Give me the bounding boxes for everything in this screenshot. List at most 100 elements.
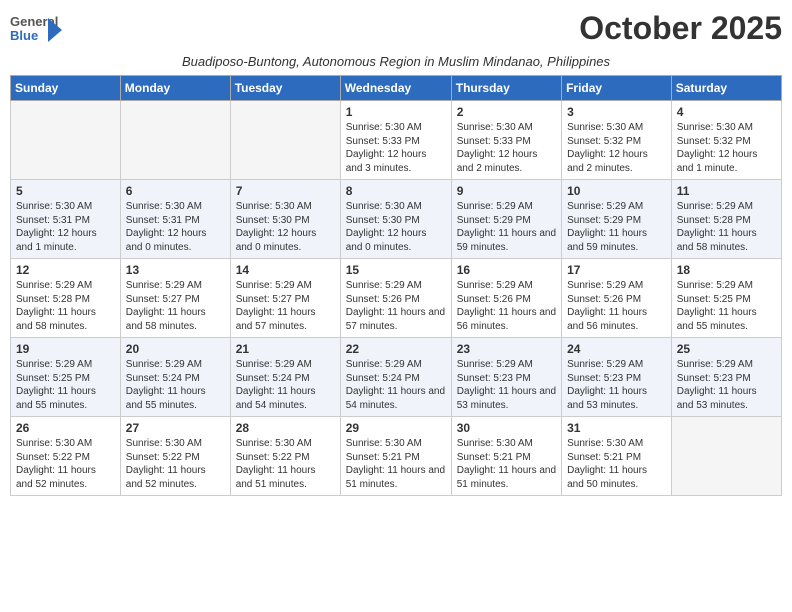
day-of-week-header: Saturday (671, 76, 781, 101)
day-info: Sunrise: 5:30 AM Sunset: 5:31 PM Dayligh… (126, 200, 225, 254)
day-info: Sunrise: 5:30 AM Sunset: 5:22 PM Dayligh… (236, 437, 335, 491)
calendar-cell: 20 Sunrise: 5:29 AM Sunset: 5:24 PM Dayli… (120, 338, 230, 417)
calendar-cell: 12 Sunrise: 5:29 AM Sunset: 5:28 PM Dayli… (11, 259, 121, 338)
day-info: Sunrise: 5:30 AM Sunset: 5:22 PM Dayligh… (16, 437, 115, 491)
day-number: 3 (567, 105, 666, 119)
day-info: Sunrise: 5:29 AM Sunset: 5:26 PM Dayligh… (457, 279, 556, 333)
day-number: 30 (457, 421, 556, 435)
day-info: Sunrise: 5:29 AM Sunset: 5:23 PM Dayligh… (677, 358, 776, 412)
calendar-cell (11, 101, 121, 180)
svg-text:Blue: Blue (10, 28, 38, 43)
page-header: General Blue October 2025 (10, 10, 782, 50)
day-number: 12 (16, 263, 115, 277)
calendar-cell (671, 417, 781, 496)
month-title: October 2025 (579, 10, 782, 47)
day-number: 2 (457, 105, 556, 119)
calendar-cell: 30Sunrise: 5:30 AM Sunset: 5:21 PM Dayli… (451, 417, 561, 496)
day-number: 31 (567, 421, 666, 435)
calendar-cell: 23 Sunrise: 5:29 AM Sunset: 5:23 PM Dayli… (451, 338, 561, 417)
day-number: 27 (126, 421, 225, 435)
day-number: 8 (346, 184, 446, 198)
calendar-cell: 8 Sunrise: 5:30 AM Sunset: 5:30 PM Daylig… (340, 180, 451, 259)
calendar-cell: 1Sunrise: 5:30 AM Sunset: 5:33 PM Daylig… (340, 101, 451, 180)
day-info: Sunrise: 5:29 AM Sunset: 5:26 PM Dayligh… (567, 279, 666, 333)
day-number: 16 (457, 263, 556, 277)
day-info: Sunrise: 5:29 AM Sunset: 5:24 PM Dayligh… (126, 358, 225, 412)
day-info: Sunrise: 5:29 AM Sunset: 5:23 PM Dayligh… (457, 358, 556, 412)
calendar-subtitle: Buadiposo-Buntong, Autonomous Region in … (10, 54, 782, 69)
day-info: Sunrise: 5:29 AM Sunset: 5:25 PM Dayligh… (677, 279, 776, 333)
day-info: Sunrise: 5:30 AM Sunset: 5:32 PM Dayligh… (677, 121, 776, 175)
day-number: 9 (457, 184, 556, 198)
calendar-cell (120, 101, 230, 180)
calendar-cell (230, 101, 340, 180)
day-info: Sunrise: 5:29 AM Sunset: 5:26 PM Dayligh… (346, 279, 446, 333)
day-number: 14 (236, 263, 335, 277)
day-of-week-header: Tuesday (230, 76, 340, 101)
day-number: 23 (457, 342, 556, 356)
calendar-cell: 7 Sunrise: 5:30 AM Sunset: 5:30 PM Daylig… (230, 180, 340, 259)
day-number: 24 (567, 342, 666, 356)
day-number: 22 (346, 342, 446, 356)
day-info: Sunrise: 5:29 AM Sunset: 5:29 PM Dayligh… (567, 200, 666, 254)
calendar-cell: 14 Sunrise: 5:29 AM Sunset: 5:27 PM Dayli… (230, 259, 340, 338)
calendar-cell: 9Sunrise: 5:29 AM Sunset: 5:29 PM Daylig… (451, 180, 561, 259)
calendar-cell: 22 Sunrise: 5:29 AM Sunset: 5:24 PM Dayli… (340, 338, 451, 417)
calendar-cell: 13 Sunrise: 5:29 AM Sunset: 5:27 PM Dayli… (120, 259, 230, 338)
calendar-cell: 25 Sunrise: 5:29 AM Sunset: 5:23 PM Dayli… (671, 338, 781, 417)
day-info: Sunrise: 5:29 AM Sunset: 5:24 PM Dayligh… (346, 358, 446, 412)
day-number: 19 (16, 342, 115, 356)
calendar-cell: 5Sunrise: 5:30 AM Sunset: 5:31 PM Daylig… (11, 180, 121, 259)
day-info: Sunrise: 5:30 AM Sunset: 5:31 PM Dayligh… (16, 200, 115, 254)
day-info: Sunrise: 5:30 AM Sunset: 5:30 PM Dayligh… (236, 200, 335, 254)
day-info: Sunrise: 5:29 AM Sunset: 5:23 PM Dayligh… (567, 358, 666, 412)
day-number: 25 (677, 342, 776, 356)
day-of-week-header: Sunday (11, 76, 121, 101)
day-of-week-header: Thursday (451, 76, 561, 101)
day-number: 21 (236, 342, 335, 356)
calendar-cell: 28 Sunrise: 5:30 AM Sunset: 5:22 PM Dayli… (230, 417, 340, 496)
day-info: Sunrise: 5:29 AM Sunset: 5:28 PM Dayligh… (16, 279, 115, 333)
calendar-cell: 17Sunrise: 5:29 AM Sunset: 5:26 PM Dayli… (562, 259, 672, 338)
day-of-week-header: Friday (562, 76, 672, 101)
calendar-cell: 11 Sunrise: 5:29 AM Sunset: 5:28 PM Dayli… (671, 180, 781, 259)
day-number: 26 (16, 421, 115, 435)
day-info: Sunrise: 5:29 AM Sunset: 5:27 PM Dayligh… (126, 279, 225, 333)
day-number: 29 (346, 421, 446, 435)
day-number: 15 (346, 263, 446, 277)
day-number: 13 (126, 263, 225, 277)
day-number: 7 (236, 184, 335, 198)
calendar-cell: 3 Sunrise: 5:30 AM Sunset: 5:32 PM Daylig… (562, 101, 672, 180)
day-number: 1 (346, 105, 446, 119)
calendar-cell: 24 Sunrise: 5:29 AM Sunset: 5:23 PM Dayli… (562, 338, 672, 417)
day-number: 20 (126, 342, 225, 356)
calendar-cell: 2 Sunrise: 5:30 AM Sunset: 5:33 PM Daylig… (451, 101, 561, 180)
day-number: 28 (236, 421, 335, 435)
day-info: Sunrise: 5:30 AM Sunset: 5:30 PM Dayligh… (346, 200, 446, 254)
calendar-cell: 16 Sunrise: 5:29 AM Sunset: 5:26 PM Dayli… (451, 259, 561, 338)
day-number: 6 (126, 184, 225, 198)
day-info: Sunrise: 5:29 AM Sunset: 5:28 PM Dayligh… (677, 200, 776, 254)
calendar-cell: 15 Sunrise: 5:29 AM Sunset: 5:26 PM Dayli… (340, 259, 451, 338)
calendar-table: SundayMondayTuesdayWednesdayThursdayFrid… (10, 75, 782, 496)
logo: General Blue (10, 10, 62, 50)
day-info: Sunrise: 5:30 AM Sunset: 5:32 PM Dayligh… (567, 121, 666, 175)
day-info: Sunrise: 5:30 AM Sunset: 5:22 PM Dayligh… (126, 437, 225, 491)
day-of-week-header: Wednesday (340, 76, 451, 101)
day-of-week-header: Monday (120, 76, 230, 101)
calendar-cell: 10 Sunrise: 5:29 AM Sunset: 5:29 PM Dayli… (562, 180, 672, 259)
day-number: 10 (567, 184, 666, 198)
day-info: Sunrise: 5:29 AM Sunset: 5:25 PM Dayligh… (16, 358, 115, 412)
calendar-cell: 31 Sunrise: 5:30 AM Sunset: 5:21 PM Dayli… (562, 417, 672, 496)
day-number: 11 (677, 184, 776, 198)
calendar-cell: 19 Sunrise: 5:29 AM Sunset: 5:25 PM Dayli… (11, 338, 121, 417)
day-info: Sunrise: 5:29 AM Sunset: 5:27 PM Dayligh… (236, 279, 335, 333)
calendar-cell: 6 Sunrise: 5:30 AM Sunset: 5:31 PM Daylig… (120, 180, 230, 259)
calendar-cell: 27 Sunrise: 5:30 AM Sunset: 5:22 PM Dayli… (120, 417, 230, 496)
calendar-cell: 26 Sunrise: 5:30 AM Sunset: 5:22 PM Dayli… (11, 417, 121, 496)
calendar-cell: 29Sunrise: 5:30 AM Sunset: 5:21 PM Dayli… (340, 417, 451, 496)
day-info: Sunrise: 5:30 AM Sunset: 5:33 PM Dayligh… (457, 121, 556, 175)
day-info: Sunrise: 5:30 AM Sunset: 5:21 PM Dayligh… (567, 437, 666, 491)
day-info: Sunrise: 5:29 AM Sunset: 5:24 PM Dayligh… (236, 358, 335, 412)
calendar-cell: 4Sunrise: 5:30 AM Sunset: 5:32 PM Daylig… (671, 101, 781, 180)
